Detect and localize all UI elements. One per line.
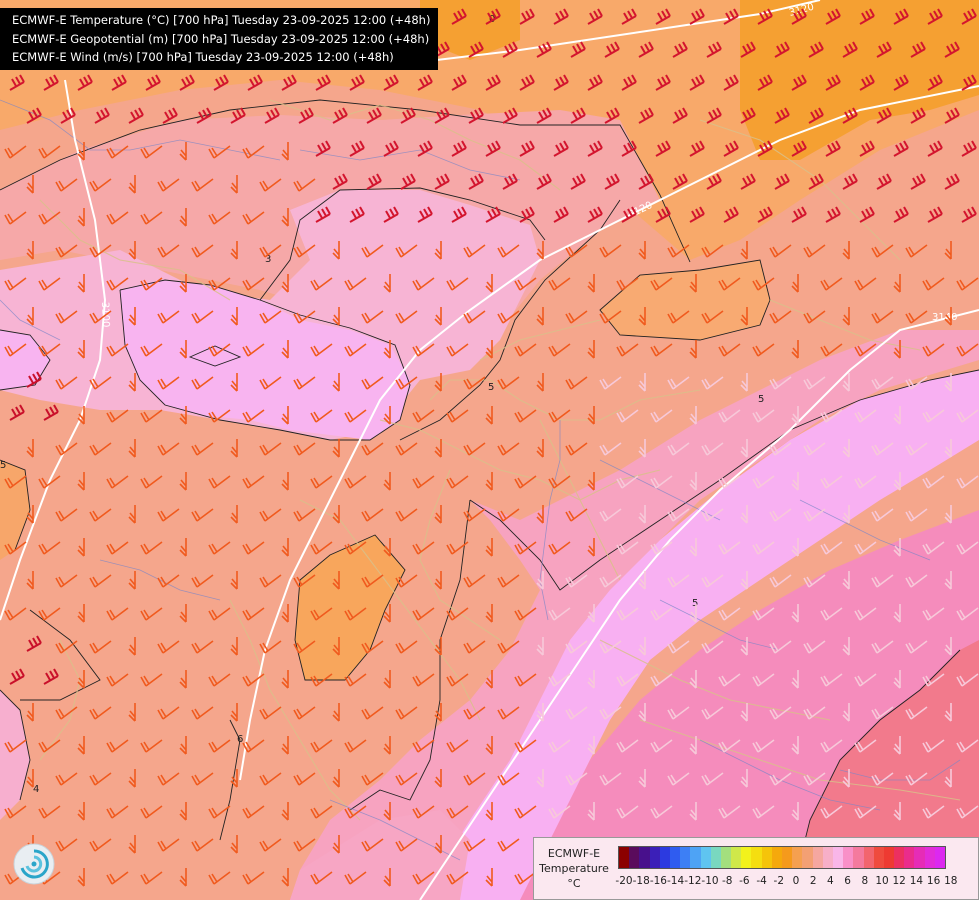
legend-tick-label: 14 xyxy=(909,875,924,887)
legend-swatch xyxy=(720,847,732,868)
legend-swatch xyxy=(832,847,844,868)
legend-tick-label: -6 xyxy=(739,875,750,887)
label-temp-5-east: 5 xyxy=(758,394,764,405)
legend-tick-label: 4 xyxy=(827,875,834,887)
label-temp-5-south: 5 xyxy=(692,598,698,609)
title-wind: ECMWF-E Wind (m/s) [700 hPa] Tuesday 23-… xyxy=(12,50,394,64)
legend-swatch xyxy=(731,847,742,868)
legend-swatch xyxy=(649,847,660,868)
legend-tick-label: 8 xyxy=(861,875,869,887)
legend-swatch xyxy=(802,847,813,868)
legend-tick-label: -16 xyxy=(649,875,667,887)
legend-swatch xyxy=(629,847,640,868)
label-temp-5-center: 5 xyxy=(488,382,494,393)
legend-unit: °C xyxy=(567,877,581,890)
label-temp-5-far-west: 5 xyxy=(0,460,6,471)
legend-swatch xyxy=(853,847,864,868)
legend-swatch xyxy=(792,847,803,868)
temperature-legend: ECMWF-E Temperature °C -20 -18 -16 -14 -12 -1… xyxy=(533,837,979,900)
legend-swatch xyxy=(782,847,793,868)
ecmwf-swirl-icon[interactable] xyxy=(13,843,55,885)
legend-swatch xyxy=(619,847,630,868)
label-geo-3140: 3140 xyxy=(932,312,957,323)
legend-swatch xyxy=(680,847,691,868)
title-geopotential: ECMWF-E Geopotential (m) [700 hPa] Tuesd… xyxy=(12,31,430,46)
legend-swatch xyxy=(700,847,711,868)
map-title-box: ECMWF-E Temperature (°C) [700 hPa] Tuesd… xyxy=(0,8,439,70)
legend-swatch xyxy=(812,847,823,868)
legend-tick-label: 10 xyxy=(875,875,889,887)
legend-swatch xyxy=(741,847,752,868)
legend-tick-label: -4 xyxy=(756,875,767,887)
legend-swatch xyxy=(843,847,854,868)
legend-tick-label: -10 xyxy=(701,875,719,887)
legend-swatch xyxy=(710,847,721,868)
legend-tick-label: -8 xyxy=(721,875,733,887)
legend-color-bar xyxy=(618,846,946,869)
legend-tick-label: 2 xyxy=(809,875,817,887)
legend-tick-label: 6 xyxy=(844,875,851,887)
legend-swatch xyxy=(873,847,884,868)
legend-tick-label: -12 xyxy=(684,875,702,887)
legend-tick-label: -14 xyxy=(667,875,685,887)
weather-map[interactable]: 0 3 5 5 5 6 4 5 3120 3100 3140 3120 xyxy=(0,0,979,900)
legend-swatch xyxy=(904,847,915,868)
legend-tick-label: -18 xyxy=(632,875,650,887)
legend-tick-label: -20 xyxy=(615,875,633,887)
legend-swatch xyxy=(894,847,905,868)
legend-swatch xyxy=(639,847,650,868)
legend-title: ECMWF-E Temperature °C xyxy=(539,847,609,890)
legend-tick-label: 18 xyxy=(944,875,958,887)
title-temperature: ECMWF-E Temperature (°C) [700 hPa] Tuesd… xyxy=(12,13,431,27)
legend-swatch xyxy=(751,847,762,868)
label-temp-4: 4 xyxy=(33,784,39,795)
legend-tick-label: 16 xyxy=(926,875,941,887)
legend-swatch xyxy=(771,847,782,868)
legend-swatch xyxy=(863,847,874,868)
legend-swatch xyxy=(822,847,833,868)
legend-tick-label: -2 xyxy=(773,875,785,887)
legend-tick-label: 0 xyxy=(792,875,800,887)
legend-swatch xyxy=(883,847,895,868)
legend-swatch xyxy=(761,847,772,868)
legend-swatch xyxy=(934,847,945,868)
legend-swatch xyxy=(914,847,925,868)
legend-swatch xyxy=(669,847,681,868)
legend-swatch xyxy=(659,847,670,868)
legend-tick-label: 12 xyxy=(892,875,906,887)
legend-swatch xyxy=(690,847,701,868)
legend-swatch xyxy=(924,847,935,868)
